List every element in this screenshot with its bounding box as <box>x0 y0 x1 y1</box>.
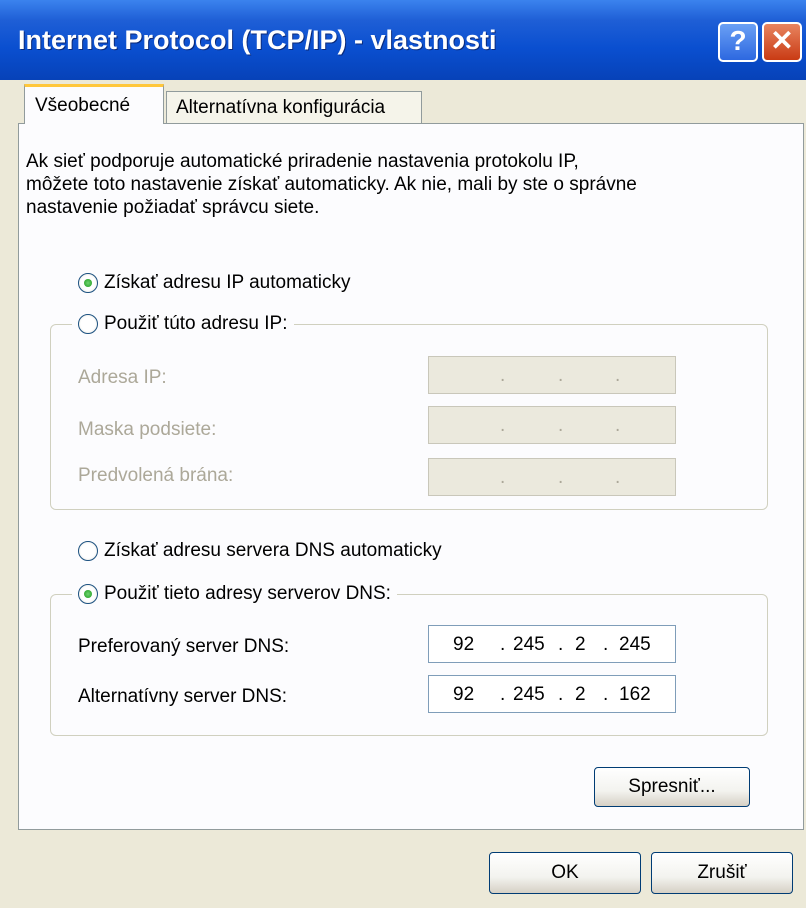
preferred-dns-field[interactable]: 92 . 245 . 2 . 245 <box>428 625 676 663</box>
alternate-dns-label: Alternatívny server DNS: <box>78 686 288 707</box>
advanced-button-label: Spresniť... <box>628 776 716 797</box>
close-icon: ✕ <box>770 25 794 56</box>
ip-manual-radio[interactable]: Použiť túto adresu IP: <box>72 311 294 337</box>
intro-line: Ak sieť podporuje automatické priradenie… <box>26 151 579 172</box>
radio-button-checked[interactable] <box>78 273 98 293</box>
title-bar[interactable]: Internet Protocol (TCP/IP) - vlastnosti … <box>0 0 806 80</box>
subnet-mask-label: Maska podsiete: <box>78 419 217 440</box>
intro-line: môžete toto nastavenie získať automatick… <box>26 174 637 195</box>
ok-button-label: OK <box>551 862 579 883</box>
window-title: Internet Protocol (TCP/IP) - vlastnosti <box>18 25 497 55</box>
intro-text: Ak sieť podporuje automatické priradenie… <box>26 150 766 219</box>
dns-auto-label: Získať adresu servera DNS automaticky <box>104 540 442 561</box>
alternate-dns-field[interactable]: 92 . 245 . 2 . 162 <box>428 675 676 713</box>
ip-address-label: Adresa IP: <box>78 367 167 388</box>
ip-manual-label: Použiť túto adresu IP: <box>104 313 288 334</box>
dns-manual-label: Použiť tieto adresy serverov DNS: <box>104 583 391 604</box>
help-icon: ? <box>729 25 747 56</box>
ip-auto-radio[interactable]: Získať adresu IP automaticky <box>78 270 351 296</box>
ip-auto-label: Získať adresu IP automaticky <box>104 272 351 293</box>
help-button[interactable]: ? <box>718 22 758 62</box>
tab-alternate-config[interactable]: Alternatívna konfigurácia <box>166 91 422 124</box>
dns-groupbox <box>50 594 768 736</box>
cancel-button[interactable]: Zrušiť <box>651 852 793 894</box>
tab-general[interactable]: Všeobecné <box>24 84 164 124</box>
dialog-window: Internet Protocol (TCP/IP) - vlastnosti … <box>0 0 806 908</box>
dns-auto-radio[interactable]: Získať adresu servera DNS automaticky <box>78 538 442 564</box>
radio-dot-icon <box>84 279 92 287</box>
radio-button-unchecked[interactable] <box>78 314 98 334</box>
subnet-mask-field: . . . <box>428 406 676 444</box>
ok-button[interactable]: OK <box>489 852 641 894</box>
default-gateway-field: . . . <box>428 458 676 496</box>
tab-general-label: Všeobecné <box>35 95 131 116</box>
default-gateway-label: Predvolená brána: <box>78 465 234 486</box>
dns-manual-radio[interactable]: Použiť tieto adresy serverov DNS: <box>72 581 397 607</box>
tab-alternate-config-label: Alternatívna konfigurácia <box>176 97 386 118</box>
preferred-dns-label: Preferovaný server DNS: <box>78 636 290 657</box>
radio-button-unchecked[interactable] <box>78 541 98 561</box>
radio-dot-icon <box>84 590 92 598</box>
intro-line: nastavenie požiadať správcu siete. <box>26 197 320 218</box>
ip-address-field: . . . <box>428 356 676 394</box>
radio-button-checked[interactable] <box>78 584 98 604</box>
advanced-button[interactable]: Spresniť... <box>594 767 750 807</box>
cancel-button-label: Zrušiť <box>697 862 747 883</box>
close-button[interactable]: ✕ <box>762 22 802 62</box>
